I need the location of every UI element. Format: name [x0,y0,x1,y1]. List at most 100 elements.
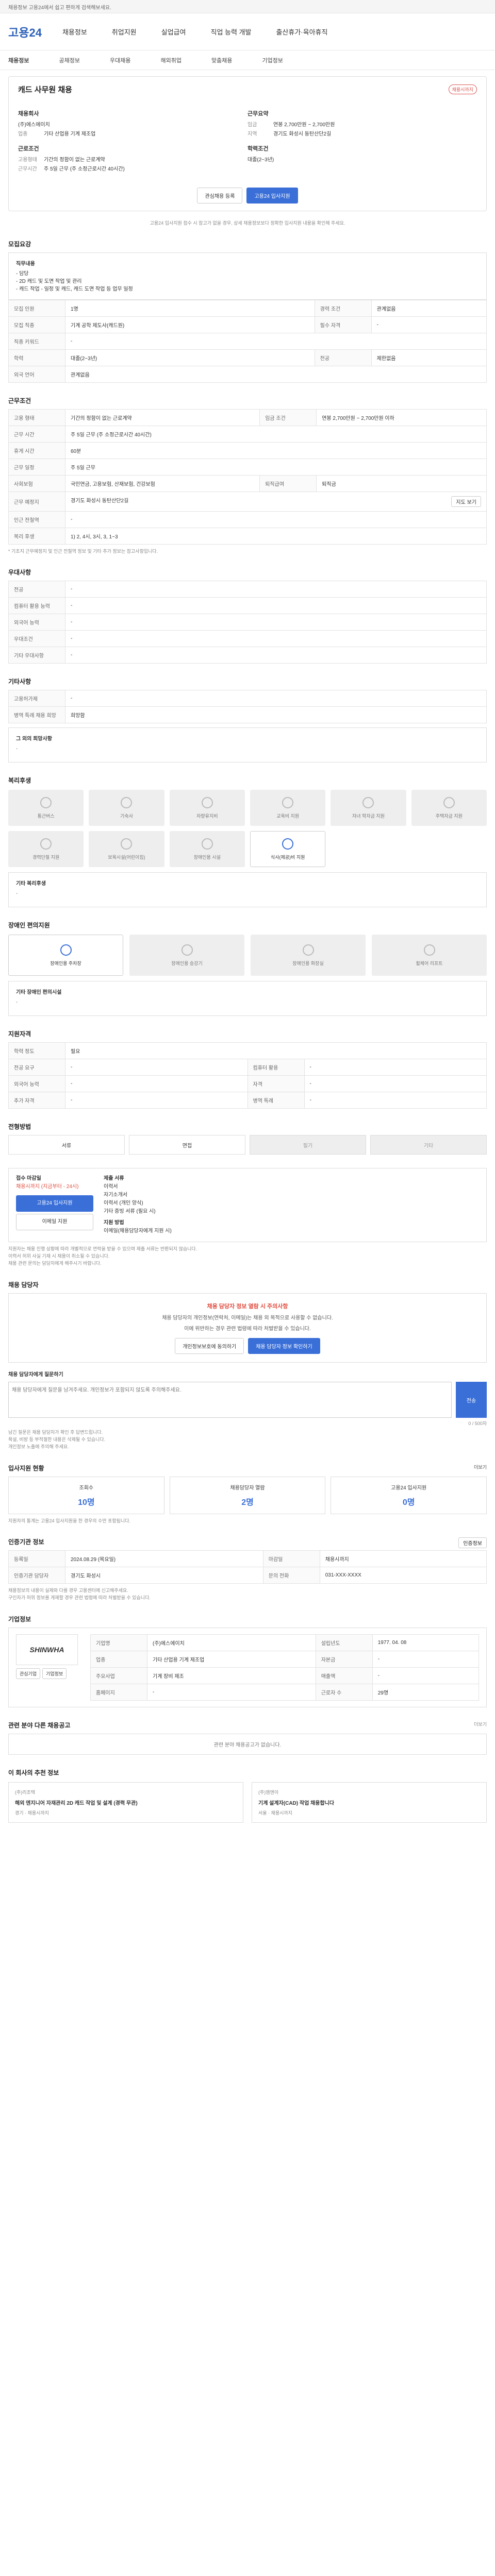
apply-deadline-col: 접수 마감일 채용시까지 (지금부터 - 24시) 고용24 입사지원 이메일 … [16,1175,93,1235]
deadline-value: 채용시까지 (지금부터 - 24시) [16,1184,79,1190]
cell-value: 1977. 04. 08 [372,1634,480,1651]
apply-note-line: 이력서 허위 사실 기재 시 채용이 취소될 수 있습니다. [8,1253,110,1259]
tuition-icon [362,796,374,808]
map-button[interactable]: 지도 보기 [451,496,481,507]
elevator-icon [181,944,193,956]
cell-key: 마감일 [262,1550,320,1567]
cell-value: 희망함 [65,706,487,723]
infos-button[interactable]: 인증정보 [458,1537,487,1548]
qual-table: 학력 정도 필요 전공 요구 - 컴퓨터 활용 - 외국어 능력 - 자격 - 추가 자격 - 병… [8,1042,487,1109]
job-summary-card: 캐드 사무원 채용 채용시까지 채용회사 (주)에스에이치 업종 기타 산업용 기… [8,76,487,211]
qa-note-line: 남긴 질문은 채용 담당자가 확인 후 답변드립니다. [8,1430,103,1435]
status-more-link[interactable]: 더보기 [474,1464,487,1470]
table-row: 인증기관 담당자 경기도 화성시 문의 전화 031-XXX-XXXX [8,1567,487,1584]
recruit-title: 모집요강 [8,241,31,248]
table-row: 고용 형태 기간의 정함이 없는 근로계약 임금 조건 연봉 2,700만원 ~ 2,… [8,409,487,426]
subnav-custom[interactable]: 맞춤채용 [211,56,232,64]
company-name[interactable]: (주)에스에이치 [18,121,248,130]
table-row: 직종 키워드 - [8,333,487,350]
subnav-preferred[interactable]: 우대채용 [110,56,130,64]
infos-title: 인증기관 정보 인증정보 [8,1537,487,1548]
cell-key: 병역 특례 채용 희망 [8,706,65,723]
infos-section: 인증기관 정보 인증정보 등록일 2024.08.29 (목요일) 마감일 채용시까지… [8,1537,487,1601]
nav-leave[interactable]: 출산휴가·육아휴직 [276,27,327,37]
reco-item[interactable]: (주)엠엔이 기계 설계자(CAD) 작업 채용합니다 서울 · 채용시까지 [252,1782,487,1823]
subnav-overseas[interactable]: 해외취업 [160,56,181,64]
etc-title: 기타사항 [8,678,31,685]
cell-key: 인증기관 담당자 [8,1567,65,1584]
table-row: 휴게 시간 60분 [8,442,487,459]
qa-input[interactable] [8,1382,452,1418]
company-logo: SHINWHA [16,1634,78,1665]
subnav-company[interactable]: 기업정보 [262,56,283,64]
cell-key: 사회보험 [8,475,65,492]
nav-benefits[interactable]: 실업급여 [161,27,186,37]
restroom-icon [302,944,314,956]
career-icon [40,838,52,850]
stat-label: 채용담당자 열람 [230,1485,265,1491]
region-label: 지역 [248,131,257,137]
reco-job-title[interactable]: 기계 설계자(CAD) 작업 채용합니다 [258,1799,480,1806]
company-info-button[interactable]: 기업정보 [42,1668,67,1679]
privacy-agree-button[interactable]: 개인정보보호에 동의하기 [175,1338,244,1354]
scrap-button[interactable]: 관심채용 등록 [197,188,243,204]
cell-key: 임금 조건 [259,409,317,426]
process-title: 전형방법 [8,1123,31,1130]
duty-line-2: - 2D 캐드 및 도면 작업 및 관리 [16,279,82,284]
stat-card: 조회수 10명 [8,1477,164,1514]
disability-item: 휠체어 리프트 [372,935,487,976]
table-row: 전공 요구 - 컴퓨터 활용 - [8,1059,487,1076]
table-row: 학력 정도 필요 [8,1042,487,1059]
cell-value: - [65,597,487,614]
cell-key: 컴퓨터 활용 능력 [8,597,65,614]
table-row: 인근 전철역 - [8,511,487,528]
welfare-item: 자녀 학자금 지원 [331,790,406,826]
welfare-item: 경력단절 지원 [8,831,84,867]
cell-value: 제한없음 [371,349,487,366]
welfare-item: 보육시설(어린이집) [89,831,164,867]
disability-section: 장애인 편의지원 장애인용 주차장 장애인용 승강기 장애인용 화장실 휠체어 … [8,921,487,1016]
similar-title-text: 관련 분야 다른 채용공고 [8,1722,71,1729]
view-contact-button[interactable]: 채용 담당자 정보 확인하기 [248,1338,320,1354]
cell-value: - [65,1059,248,1076]
apply-24-button[interactable]: 고용24 입사지원 [16,1195,93,1212]
sub-nav: 채용정보 공채정보 우대채용 해외취업 맞춤채용 기업정보 [0,50,495,70]
cell-value: - [65,614,487,631]
nav-training[interactable]: 직업 능력 개발 [210,27,251,37]
cell-value: - [65,690,487,707]
qa-submit-button[interactable]: 전송 [456,1382,487,1418]
apply-section: 접수 마감일 채용시까지 (지금부터 - 24시) 고용24 입사지원 이메일 … [8,1168,487,1267]
reco-item[interactable]: (주)리조텍 해외 엔지니어 자재관리 2D 캐드 작업 및 설계 (경력 무관… [8,1782,243,1823]
doc-item: 자기소개서 [104,1192,127,1198]
docs-title: 제출 서류 [104,1176,124,1181]
cell-key: 추가 자격 [8,1092,65,1109]
cell-value: - [65,1092,248,1109]
salary-label: 임금 [248,122,257,128]
similar-more-link[interactable]: 더보기 [474,1721,487,1727]
cell-key: 자격 [247,1075,305,1092]
email-apply-button[interactable]: 이메일 지원 [16,1214,93,1230]
subnav-jobs[interactable]: 채용정보 [8,56,29,64]
welfare-title: 복리후생 [8,777,31,784]
nav-support[interactable]: 취업지원 [112,27,137,37]
site-logo[interactable]: 고용24 [8,24,42,40]
pref-title: 우대사항 [8,569,31,576]
similar-section: 관련 분야 다른 채용공고 더보기 관련 분야 채용공고가 없습니다. [8,1721,487,1755]
subnav-public[interactable]: 공채정보 [59,56,79,64]
apply-button[interactable]: 고용24 입사지원 [246,188,298,204]
wheelchair-icon [423,944,435,956]
process-step-other: 기타 [370,1135,487,1155]
stat-card: 채용담당자 열람 2명 [169,1477,326,1514]
cell-value: - [372,1667,480,1684]
table-row: 전공 - [8,581,487,598]
nav-jobs[interactable]: 채용정보 [62,27,87,37]
reco-job-title[interactable]: 해외 엔지니어 자재관리 2D 캐드 작업 및 설계 (경력 무관) [15,1799,237,1806]
status-section: 입사지원 현황 더보기 조회수 10명 채용담당자 열람 2명 고용24 입사지원 0… [8,1464,487,1524]
cell-value: 주 5일 근무 (주 소정근로시간 40시간) [65,426,487,443]
cell-key: 근무 예정지 [8,492,65,512]
company-interest-button[interactable]: 관심기업 [16,1668,41,1679]
disability-title: 장애인 편의지원 [8,922,50,929]
cond-title: 근로조건 [18,146,39,152]
qa-note-line: 개인정보 노출에 주의해 주세요. [8,1444,69,1449]
disability-extra-box: 기타 장애인 편의시설 - [8,981,487,1016]
